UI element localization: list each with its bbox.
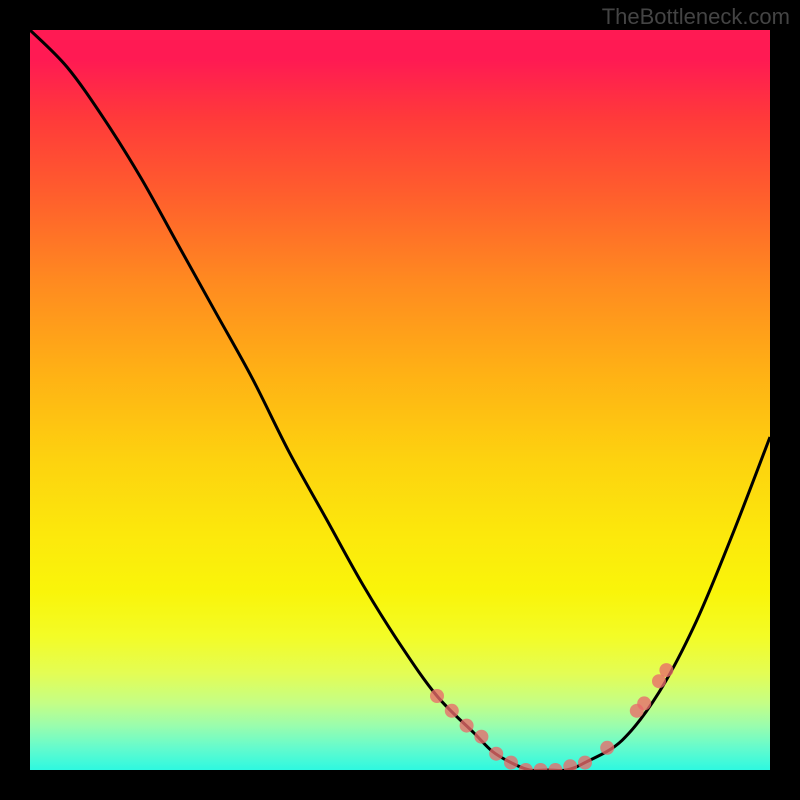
- benchmark-dot: [563, 759, 577, 770]
- benchmark-dot: [659, 663, 673, 677]
- bottleneck-curve: [30, 30, 770, 770]
- benchmark-dot: [489, 747, 503, 761]
- benchmark-dots: [430, 663, 673, 770]
- benchmark-dot: [445, 704, 459, 718]
- benchmark-dot: [474, 730, 488, 744]
- benchmark-dot: [504, 756, 518, 770]
- benchmark-dot: [534, 763, 548, 770]
- benchmark-dot: [460, 719, 474, 733]
- benchmark-dot: [578, 756, 592, 770]
- chart-svg: [30, 30, 770, 770]
- bottleneck-chart: [30, 30, 770, 770]
- benchmark-dot: [600, 741, 614, 755]
- benchmark-dot: [548, 763, 562, 770]
- benchmark-dot: [637, 696, 651, 710]
- attribution-label: TheBottleneck.com: [602, 4, 790, 30]
- benchmark-dot: [430, 689, 444, 703]
- benchmark-dot: [519, 763, 533, 770]
